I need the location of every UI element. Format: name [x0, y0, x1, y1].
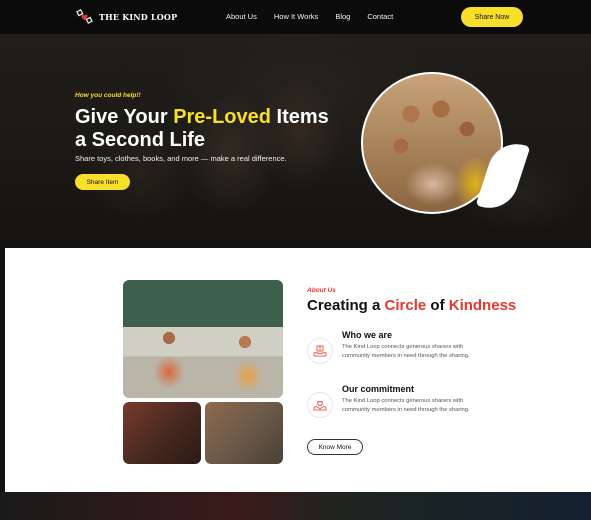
classroom-photo: [123, 280, 283, 398]
feature-title: Our commitment: [342, 384, 415, 394]
hands-heart-logo-icon: [76, 9, 93, 24]
hands-gift-icon: [307, 338, 333, 364]
hero-eyebrow: How you could help!!: [75, 92, 141, 99]
about-section: About Us Creating a Circle of Kindness W…: [5, 248, 591, 492]
hero-title-part1: Give Your: [75, 106, 174, 128]
gallery-photo-1: [123, 402, 201, 464]
top-navbar: THE KIND LOOP About Us How It Works Blog…: [0, 0, 591, 34]
hero-title-highlight: Pre-Loved: [173, 106, 271, 128]
hero-title: Give Your Pre-Loved Items a Second Life: [75, 106, 345, 152]
about-title-part1: Creating a: [307, 297, 385, 314]
share-now-button[interactable]: Share Now: [461, 7, 523, 27]
know-more-button[interactable]: Know More: [307, 439, 363, 455]
about-eyebrow: About Us: [307, 287, 336, 294]
about-title: Creating a Circle of Kindness: [307, 297, 516, 314]
nav-link-blog[interactable]: Blog: [335, 12, 350, 21]
next-section-preview: [0, 492, 591, 520]
feature-title: Who we are: [342, 330, 393, 340]
hands-heart-icon: [307, 392, 333, 418]
brand-name: THE KIND LOOP: [99, 11, 178, 22]
nav-link-contact[interactable]: Contact: [367, 12, 393, 21]
nav-link-how-it-works[interactable]: How It Works: [274, 12, 318, 21]
about-title-highlight-circle: Circle: [384, 297, 427, 314]
main-menu: About Us How It Works Blog Contact: [226, 12, 393, 21]
about-title-part2: of: [426, 297, 449, 314]
feature-text: The Kind Loop connects generous sharers …: [342, 398, 470, 413]
nav-link-about-us[interactable]: About Us: [226, 12, 257, 21]
share-item-button[interactable]: Share Item: [75, 174, 130, 190]
hero-subtitle: Share toys, clothes, books, and more — m…: [75, 154, 287, 163]
gallery-photo-2: [205, 402, 283, 464]
about-title-highlight-kindness: Kindness: [448, 297, 517, 314]
brand-logo[interactable]: THE KIND LOOP: [75, 8, 177, 25]
hero-section: How you could help!! Give Your Pre-Loved…: [0, 34, 591, 248]
feature-text: The Kind Loop connects generous sharers …: [342, 344, 470, 359]
